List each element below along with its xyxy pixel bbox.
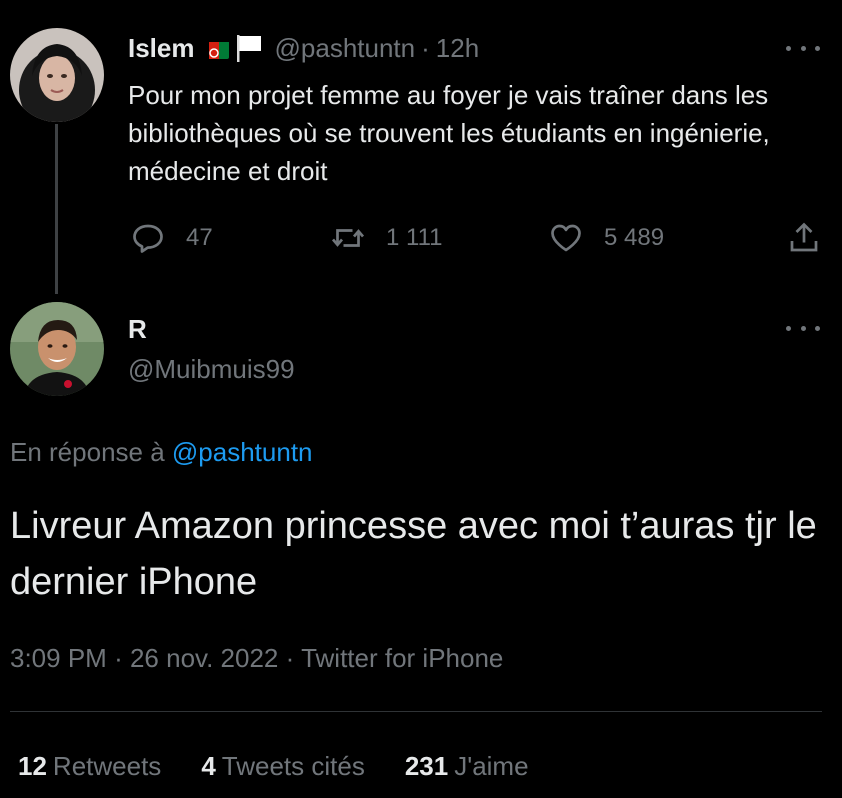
retweets-count: 12 (18, 751, 47, 781)
original-tweet-header: Islem @pashtuntn · 12h (128, 30, 479, 66)
reply-context: En réponse à @pashtuntn (10, 434, 313, 470)
reply-icon (133, 224, 163, 253)
retweets-stat[interactable]: 12 Retweets (18, 748, 161, 784)
reply-tweet-text: Livreur Amazon princesse avec moi t’aura… (10, 505, 817, 603)
thread-connector-line (55, 124, 58, 294)
tweet-time[interactable]: 12h (436, 30, 479, 66)
heart-icon (551, 224, 581, 252)
reply-author-handle[interactable]: @Muibmuis99 (128, 352, 295, 386)
likes-count: 231 (404, 751, 449, 781)
retweets-label: Retweets (52, 751, 162, 781)
avatar-islem[interactable] (10, 28, 104, 122)
white-flag-icon (233, 32, 265, 64)
meta-separator-2: · (285, 643, 295, 673)
reply-prefix: En réponse à (10, 437, 165, 467)
share-icon (790, 222, 818, 252)
author-handle[interactable]: @pashtuntn (275, 30, 416, 66)
reply-more-options-icon[interactable] (786, 318, 820, 338)
meta-separator-1: · (114, 643, 123, 673)
tweet-source[interactable]: Twitter for iPhone (301, 643, 503, 673)
reply-button[interactable]: 47 (130, 220, 213, 256)
tweet-thread-view: Islem @pashtuntn · 12h Pour mon projet f… (0, 0, 842, 798)
author-name[interactable]: Islem (128, 30, 195, 66)
share-button[interactable] (786, 220, 822, 256)
quotes-count: 4 (201, 751, 216, 781)
tweet-date[interactable]: 26 nov. 2022 (130, 643, 278, 673)
retweet-count: 1 111 (386, 224, 443, 251)
header-separator: · (421, 33, 430, 63)
likes-stat[interactable]: 231 J'aime (405, 748, 529, 784)
retweet-button[interactable]: 1 111 (330, 220, 443, 256)
likes-label: J'aime (454, 751, 529, 781)
tweet-time-full[interactable]: 3:09 PM (10, 643, 107, 673)
retweet-icon (331, 229, 365, 247)
like-count: 5 489 (604, 224, 665, 251)
tweet-meta: 3:09 PM · 26 nov. 2022 · Twitter for iPh… (10, 640, 503, 676)
reply-to-link[interactable]: @pashtuntn (172, 437, 313, 467)
like-button[interactable]: 5 489 (548, 220, 664, 256)
original-tweet-text: Pour mon projet femme au foyer je vais t… (128, 80, 770, 186)
quotes-stat[interactable]: 4 Tweets cités (201, 748, 365, 784)
afghanistan-flag-icon (198, 37, 229, 59)
avatar-r[interactable] (10, 302, 104, 396)
quotes-label: Tweets cités (221, 751, 365, 781)
engagement-stats: 12 Retweets 4 Tweets cités 231 J'aime (18, 748, 529, 784)
reply-author-name[interactable]: R (128, 312, 147, 346)
reply-count: 47 (186, 224, 213, 251)
more-options-icon[interactable] (786, 38, 820, 58)
stats-divider (10, 711, 822, 712)
